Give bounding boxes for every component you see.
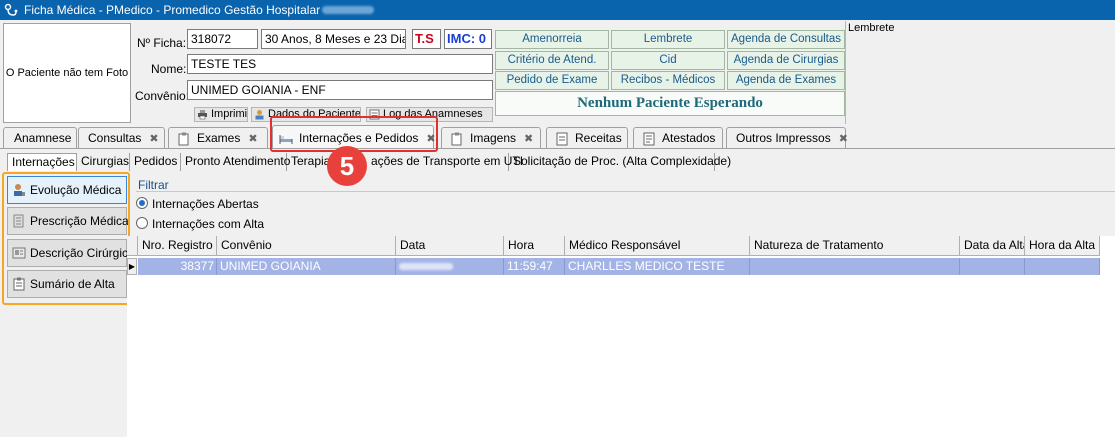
- close-icon[interactable]: ✖: [149, 133, 158, 145]
- exam-icon: [178, 132, 189, 146]
- cell-data-alta: [960, 258, 1025, 275]
- close-icon[interactable]: ✖: [524, 133, 533, 145]
- admissions-grid: Nro. Registro Convênio Data Hora Médico …: [127, 236, 1115, 437]
- prescription-icon: [556, 132, 568, 146]
- waiting-patients-label: Nenhum Paciente Esperando: [495, 91, 845, 116]
- patient-photo: O Paciente não tem Foto: [3, 23, 131, 123]
- ficha-label: Nº Ficha:: [137, 36, 187, 50]
- close-icon[interactable]: ✖: [248, 133, 257, 145]
- subtab-cirurgias[interactable]: Cirurgias: [77, 153, 130, 171]
- filter-label: Filtrar: [138, 178, 169, 192]
- redacted-title: [322, 6, 374, 14]
- header-natureza[interactable]: Natureza de Tratamento: [750, 236, 960, 256]
- cell-hora-alta: [1025, 258, 1100, 275]
- tab-consultas[interactable]: Consultas ✖: [78, 127, 165, 149]
- grid-corner: [127, 236, 138, 256]
- header-data-alta[interactable]: Data da Alta: [960, 236, 1025, 256]
- cell-data: [396, 258, 504, 275]
- header-data[interactable]: Data: [396, 236, 504, 256]
- lembrete-button[interactable]: Lembrete: [611, 30, 725, 49]
- tab-exames[interactable]: Exames ✖: [168, 127, 268, 149]
- cell-natureza: [750, 258, 960, 275]
- tab-atestados[interactable]: Atestados: [633, 127, 723, 149]
- row-indicator-icon: ▶: [127, 258, 137, 275]
- nome-label: Nome:: [151, 62, 187, 76]
- step-number-badge: 5: [327, 146, 367, 186]
- radio-internacoes-alta[interactable]: Internações com Alta: [136, 217, 264, 231]
- cell-medico: CHARLLES MEDICO TESTE: [565, 258, 750, 275]
- cell-convenio: UNIMED GOIANIA: [217, 258, 396, 275]
- ficha-field[interactable]: 318072: [187, 29, 258, 49]
- header-convenio[interactable]: Convênio: [217, 236, 396, 256]
- subtab-pronto-atendimento[interactable]: Pronto Atendimento: [181, 153, 290, 171]
- subtab-pedidos[interactable]: Pedidos: [130, 153, 181, 171]
- tab-anamnese[interactable]: Anamnese: [3, 127, 77, 149]
- lembrete-panel[interactable]: Lembrete: [845, 21, 1115, 124]
- header-hora[interactable]: Hora: [504, 236, 565, 256]
- window-title: Ficha Médica - PMedico - Promedico Gestã…: [24, 3, 321, 17]
- tab-outros-impressos[interactable]: Outros Impressos ✖: [726, 127, 848, 149]
- subtab-solicitacao-proc[interactable]: Solicitação de Proc. (Alta Complexidade): [509, 153, 731, 171]
- agenda-consultas-button[interactable]: Agenda de Consultas: [727, 30, 845, 49]
- pedido-exame-button[interactable]: Pedido de Exame: [495, 71, 609, 90]
- convenio-label: Convênio:: [135, 89, 190, 103]
- subtab-internacoes[interactable]: Internações: [7, 153, 77, 171]
- criterio-atend-button[interactable]: Critério de Atend.: [495, 51, 609, 70]
- header-medico[interactable]: Médico Responsável: [565, 236, 750, 256]
- image-icon: [451, 132, 462, 146]
- agenda-exames-button[interactable]: Agenda de Exames: [727, 71, 845, 90]
- subtab-transporte-uti[interactable]: ações de Transporte em UTI: [367, 153, 523, 171]
- imprimir-button[interactable]: Imprimir: [194, 107, 248, 122]
- radio-internacoes-abertas[interactable]: Internações Abertas: [136, 197, 259, 211]
- agenda-cirurgias-button[interactable]: Agenda de Cirurgias: [727, 51, 845, 70]
- tab-receitas[interactable]: Receitas: [546, 127, 628, 149]
- stethoscope-icon: [4, 3, 18, 16]
- tab-imagens[interactable]: Imagens ✖: [441, 127, 541, 149]
- recibos-medicos-button[interactable]: Recibos - Médicos: [611, 71, 725, 90]
- header-nro-registro[interactable]: Nro. Registro: [138, 236, 217, 256]
- nome-field[interactable]: TESTE TES: [187, 54, 493, 74]
- close-icon[interactable]: ✖: [839, 133, 848, 145]
- redacted-date: [399, 263, 453, 271]
- cell-registro: 38377: [138, 258, 217, 275]
- title-bar: Ficha Médica - PMedico - Promedico Gestã…: [0, 0, 1115, 20]
- lembrete-label: Lembrete: [848, 22, 895, 34]
- cell-hora: 11:59:47: [504, 258, 565, 275]
- photo-placeholder-text: O Paciente não tem Foto: [5, 67, 129, 79]
- patient-data-icon: [255, 110, 264, 120]
- cid-button[interactable]: Cid: [611, 51, 725, 70]
- age-field: 30 Anos, 8 Meses e 23 Dias: [261, 29, 406, 49]
- ts-badge[interactable]: T.S: [412, 29, 441, 49]
- printer-icon: [198, 110, 207, 120]
- filter-divider: [136, 191, 1115, 192]
- convenio-field[interactable]: UNIMED GOIANIA - ENF: [187, 80, 493, 100]
- certificate-icon: [643, 132, 655, 146]
- tab-divider: [0, 148, 1115, 149]
- imc-badge[interactable]: IMC: 0: [444, 29, 492, 49]
- highlight-left-buttons: [2, 172, 130, 305]
- header-hora-alta[interactable]: Hora da Alta: [1025, 236, 1100, 256]
- radio-unselected-icon: [136, 217, 148, 229]
- amenorreia-button[interactable]: Amenorreia: [495, 30, 609, 49]
- radio-selected-icon: [136, 197, 148, 209]
